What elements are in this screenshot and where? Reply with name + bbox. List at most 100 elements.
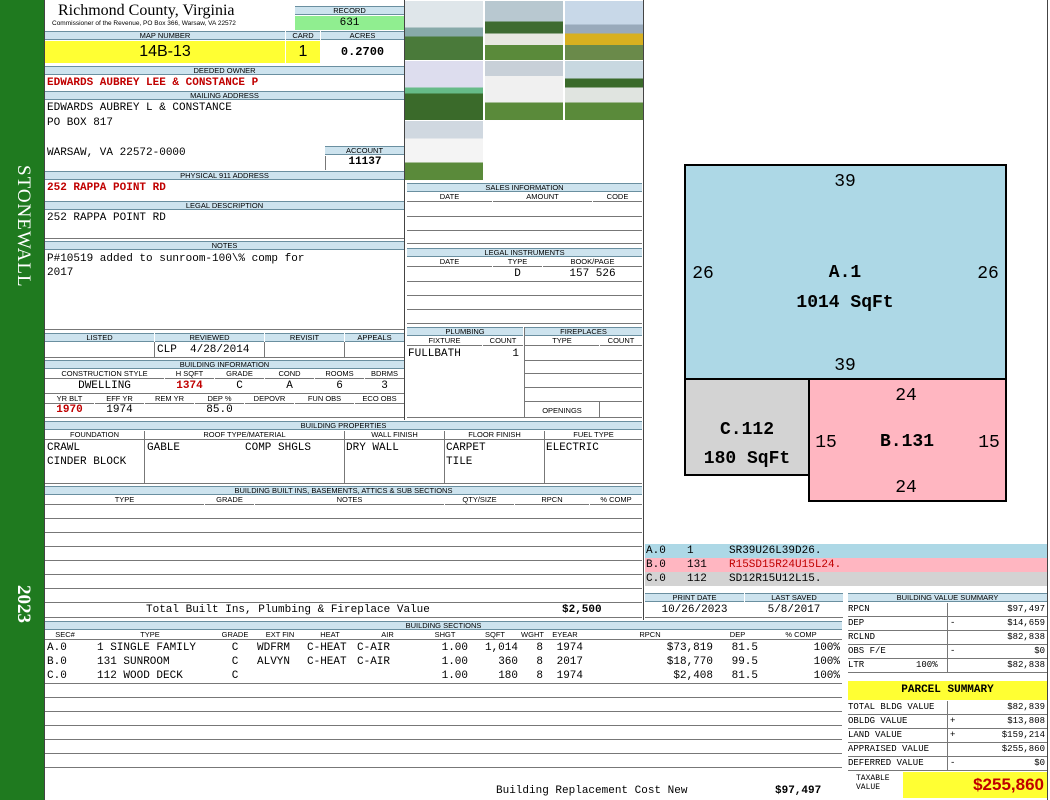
account-label: ACCOUNT: [325, 146, 404, 155]
taxable-label: TAXABLE VALUE: [856, 774, 890, 792]
last-saved: 5/8/2017: [767, 604, 821, 616]
sections-cell: 100%: [813, 642, 840, 654]
bi-grade-label: GRADE: [205, 496, 254, 505]
dim-b-left: 15: [815, 433, 837, 453]
builtins-total: $2,500: [562, 604, 602, 616]
building-info-label: BUILDING INFORMATION: [45, 360, 404, 369]
sections-cell: 1.00: [441, 642, 468, 654]
acres-label: ACRES: [321, 31, 404, 40]
section-c-label: C.112: [720, 420, 774, 440]
inst-book: 157 526: [569, 268, 616, 280]
hsqft-value: 1374: [176, 380, 203, 392]
sections-col-header: EYEAR: [545, 631, 585, 640]
sketch-drawing: 39 39 26 26 A.1 1014 SqFt 24 24 15 15 B.…: [684, 164, 1007, 502]
inst-book-label: BOOK/PAGE: [543, 258, 642, 267]
fuel-value: ELECTRIC: [546, 442, 599, 454]
sections-col-header: AIR: [355, 631, 420, 640]
bi-notes-label: NOTES: [255, 496, 444, 505]
sections-cell: 1974: [556, 670, 583, 682]
dim-b-top: 24: [895, 386, 917, 406]
acres-value: 0.2700: [340, 45, 385, 59]
deeded-owner: EDWARDS AUBREY LEE & CONSTANCE P: [47, 77, 259, 89]
wall-value: DRY WALL: [346, 442, 399, 454]
cond-value: A: [286, 380, 293, 392]
sections-cell: 360: [498, 656, 518, 668]
property-photo: [405, 121, 483, 180]
sections-col-header: WGHT: [520, 630, 545, 640]
map-number-label: MAP NUMBER: [45, 31, 285, 40]
section-b-label: B.131: [880, 432, 934, 452]
sections-cell: 81.5: [731, 642, 758, 654]
property-photo: [565, 61, 643, 120]
inst-type: D: [514, 268, 521, 280]
fp-count-label: COUNT: [600, 337, 642, 346]
sections-col-header: HEAT: [305, 631, 355, 640]
legend-vector: R15SD15R24U15L24.: [729, 559, 842, 571]
sections-cell: C-HEAT: [307, 656, 347, 668]
mailing-address-label: MAILING ADDRESS: [45, 91, 404, 100]
rooms-label: ROOMS: [315, 370, 364, 379]
sections-cell: 100%: [813, 656, 840, 668]
notes-label: NOTES: [45, 241, 404, 250]
depovr-label: DEPOVR: [245, 395, 294, 404]
legal-description: 252 RAPPA POINT RD: [47, 212, 166, 224]
sales-date-label: DATE: [407, 193, 492, 202]
sections-cell: ALVYN: [257, 656, 291, 668]
reviewed-label: REVIEWED: [155, 333, 264, 342]
property-photo: [405, 1, 483, 60]
foundation-2: CINDER BLOCK: [47, 456, 127, 468]
property-photo: [565, 1, 643, 60]
deeded-owner-label: DEEDED OWNER: [45, 66, 404, 75]
physical-address: 252 RAPPA POINT RD: [47, 182, 166, 194]
property-photo: [405, 61, 483, 120]
fp-type-label: TYPE: [525, 337, 599, 346]
sections-label: BUILDING SECTIONS: [45, 621, 842, 630]
district-label: STONEWALL: [13, 165, 34, 288]
foundation-label: FOUNDATION: [45, 431, 144, 440]
county-title: Richmond County, Virginia: [58, 2, 235, 19]
yrblt-label: YR BLT: [45, 395, 94, 404]
dep-value: 85.0: [206, 404, 233, 416]
dim-b-bottom: 24: [895, 478, 917, 498]
fuel-label: FUEL TYPE: [545, 431, 642, 440]
sections-cell: 112 WOOD DECK: [97, 670, 183, 682]
floor-label: FLOOR FINISH: [445, 431, 544, 440]
funobs-label: FUN OBS: [295, 395, 354, 404]
inst-type-label: TYPE: [493, 258, 542, 267]
commissioner-line: Commissioner of the Revenue, PO Box 366,…: [52, 20, 236, 27]
sections-col-header: SHGT: [420, 631, 470, 640]
sections-col-header: RPCN: [585, 631, 715, 640]
style-value: DWELLING: [78, 380, 131, 392]
legend-row: B.0 131 R15SD15R24U15L24.: [645, 558, 1047, 572]
floor-2: TILE: [446, 456, 473, 468]
grade-label: GRADE: [215, 370, 264, 379]
sections-cell: 1,014: [484, 642, 518, 654]
record-value: 631: [295, 16, 404, 30]
grade-value: C: [236, 380, 243, 392]
sections-cell: C: [231, 642, 239, 654]
bdrms-label: BDRMS: [365, 370, 404, 379]
effyr-value: 1974: [106, 404, 133, 416]
builtins-total-label: Total Built Ins, Plumbing & Fireplace Va…: [146, 604, 430, 616]
legend-sec: C.0: [646, 573, 666, 585]
sections-cell: C.0: [47, 670, 67, 682]
legend-sec: A.0: [646, 545, 666, 557]
sections-cell: B.0: [47, 656, 67, 668]
legend-sec: B.0: [646, 559, 666, 571]
sections-col-header: GRADE: [215, 631, 255, 640]
sections-cell: C: [231, 670, 239, 682]
legend-row: A.0 1 SR39U26L39D26.: [645, 544, 1047, 558]
fixture-label: FIXTURE: [407, 337, 482, 346]
dim-a-right: 26: [977, 264, 999, 284]
sections-col-header: TYPE: [85, 631, 215, 640]
legend-vector: SR39U26L39D26.: [729, 545, 822, 557]
sections-cell: $73,819: [666, 642, 713, 654]
sales-code-label: CODE: [593, 193, 642, 202]
legend-vector: SD12R15U12L15.: [729, 573, 822, 585]
physical-address-label: PHYSICAL 911 ADDRESS: [45, 171, 404, 180]
sections-cell: C-HEAT: [307, 642, 347, 654]
map-number: 14B-13: [45, 41, 285, 63]
last-saved-label: LAST SAVED: [745, 593, 843, 602]
card-label: CARD: [286, 31, 320, 40]
bi-qty-label: QTY/SIZE: [445, 496, 514, 505]
